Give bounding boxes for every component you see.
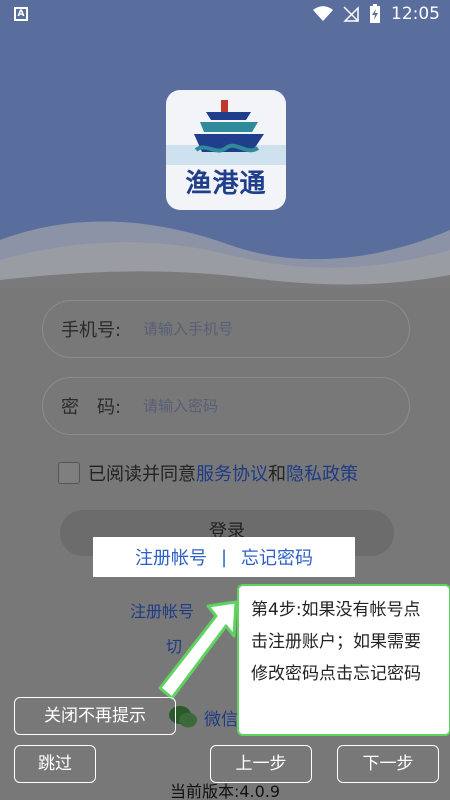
status-bar: A 12:05 (0, 0, 450, 32)
forgot-password-link[interactable]: 忘记密码 (241, 544, 313, 570)
password-field[interactable]: 密 码: (42, 377, 410, 435)
wechat-label: 微信 (204, 709, 238, 730)
no-signal-icon (343, 6, 359, 22)
phone-field[interactable]: 手机号: (42, 300, 410, 358)
agreement-row: 已阅读并同意 服务协议 和 隐私政策 (58, 460, 358, 486)
clock: 12:05 (391, 4, 440, 24)
wave-decoration (0, 221, 450, 290)
notification-icon: A (14, 7, 28, 21)
app-logo: 渔港通 (166, 90, 286, 210)
wechat-login[interactable]: 微信 (168, 704, 238, 730)
link-separator: | (220, 546, 228, 568)
phone-input[interactable] (143, 320, 373, 338)
register-link[interactable]: 注册帐号 (135, 544, 207, 570)
version-label: 当前版本:4.0.9 (169, 782, 281, 800)
password-input[interactable] (143, 397, 373, 415)
agree-prefix: 已阅读并同意 (88, 464, 196, 485)
privacy-policy-link[interactable]: 隐私政策 (286, 460, 358, 486)
app-logo-text: 渔港通 (185, 169, 267, 199)
battery-charging-icon (370, 4, 380, 23)
close-guide-button[interactable]: 关闭不再提示 (14, 697, 176, 735)
service-agreement-link[interactable]: 服务协议 (196, 460, 268, 486)
wifi-icon (313, 6, 333, 21)
guide-tip-box: 第4步:如果没有帐号点击注册账户；如果需要修改密码点击忘记密码 (237, 584, 450, 736)
agree-checkbox[interactable] (58, 462, 80, 484)
guide-arrow-icon (158, 600, 238, 700)
password-label: 密 码: (61, 397, 122, 418)
phone-label: 手机号: (61, 320, 122, 341)
guide-highlight: 注册帐号 | 忘记密码 (93, 537, 355, 577)
agree-and: 和 (268, 464, 286, 485)
